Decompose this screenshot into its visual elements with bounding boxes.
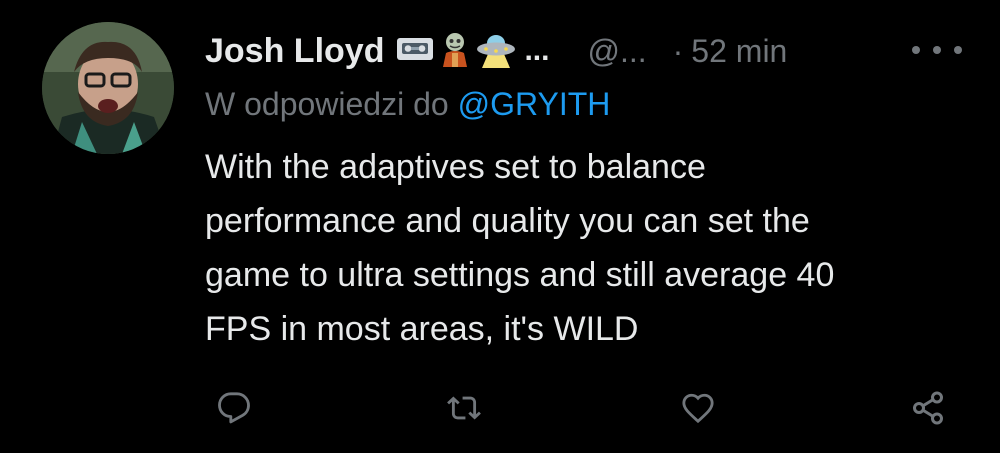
- display-name[interactable]: Josh Lloyd: [205, 32, 384, 71]
- separator-dot: ·: [672, 32, 684, 69]
- avatar[interactable]: [42, 22, 174, 154]
- reply-mention-link[interactable]: @GRYITH: [458, 86, 611, 122]
- reply-icon: [218, 392, 250, 424]
- more-dot: [912, 46, 920, 54]
- tweet-text-line: With the adaptives set to balance: [205, 148, 706, 186]
- retweet-button[interactable]: [442, 386, 486, 430]
- zombie-icon: [440, 31, 470, 72]
- timestamp[interactable]: 52 min: [691, 33, 787, 70]
- ufo-icon: [476, 30, 516, 73]
- tweet-actions: [0, 380, 1000, 436]
- reply-context: W odpowiedzi do @GRYITH: [205, 86, 610, 123]
- tweet-text-line: performance and quality you can set the: [205, 202, 810, 240]
- reply-prefix: W odpowiedzi do: [205, 86, 449, 122]
- tweet-header: Josh Lloyd ... @... · 52 min: [205, 24, 787, 78]
- tweet-text-line: FPS in most areas, it's WILD: [205, 310, 639, 348]
- reply-button[interactable]: [212, 386, 256, 430]
- more-options-icon[interactable]: [912, 38, 962, 62]
- share-button[interactable]: [906, 386, 950, 430]
- more-dot: [954, 46, 962, 54]
- tweet-text-line: game to ultra settings and still average…: [205, 256, 835, 294]
- tweet-text: With the adaptives set to balance perfor…: [205, 140, 965, 356]
- share-icon: [913, 391, 943, 425]
- more-dot: [933, 46, 941, 54]
- vhs-tape-icon: [396, 36, 434, 67]
- tweet: Josh Lloyd ... @... · 52 min W odpowiedz…: [0, 0, 1000, 453]
- retweet-icon: [447, 396, 481, 420]
- like-icon: [682, 393, 714, 424]
- like-button[interactable]: [676, 386, 720, 430]
- name-overflow: ...: [524, 34, 550, 67]
- user-handle[interactable]: @...: [587, 33, 646, 70]
- profile-badges: [396, 30, 522, 73]
